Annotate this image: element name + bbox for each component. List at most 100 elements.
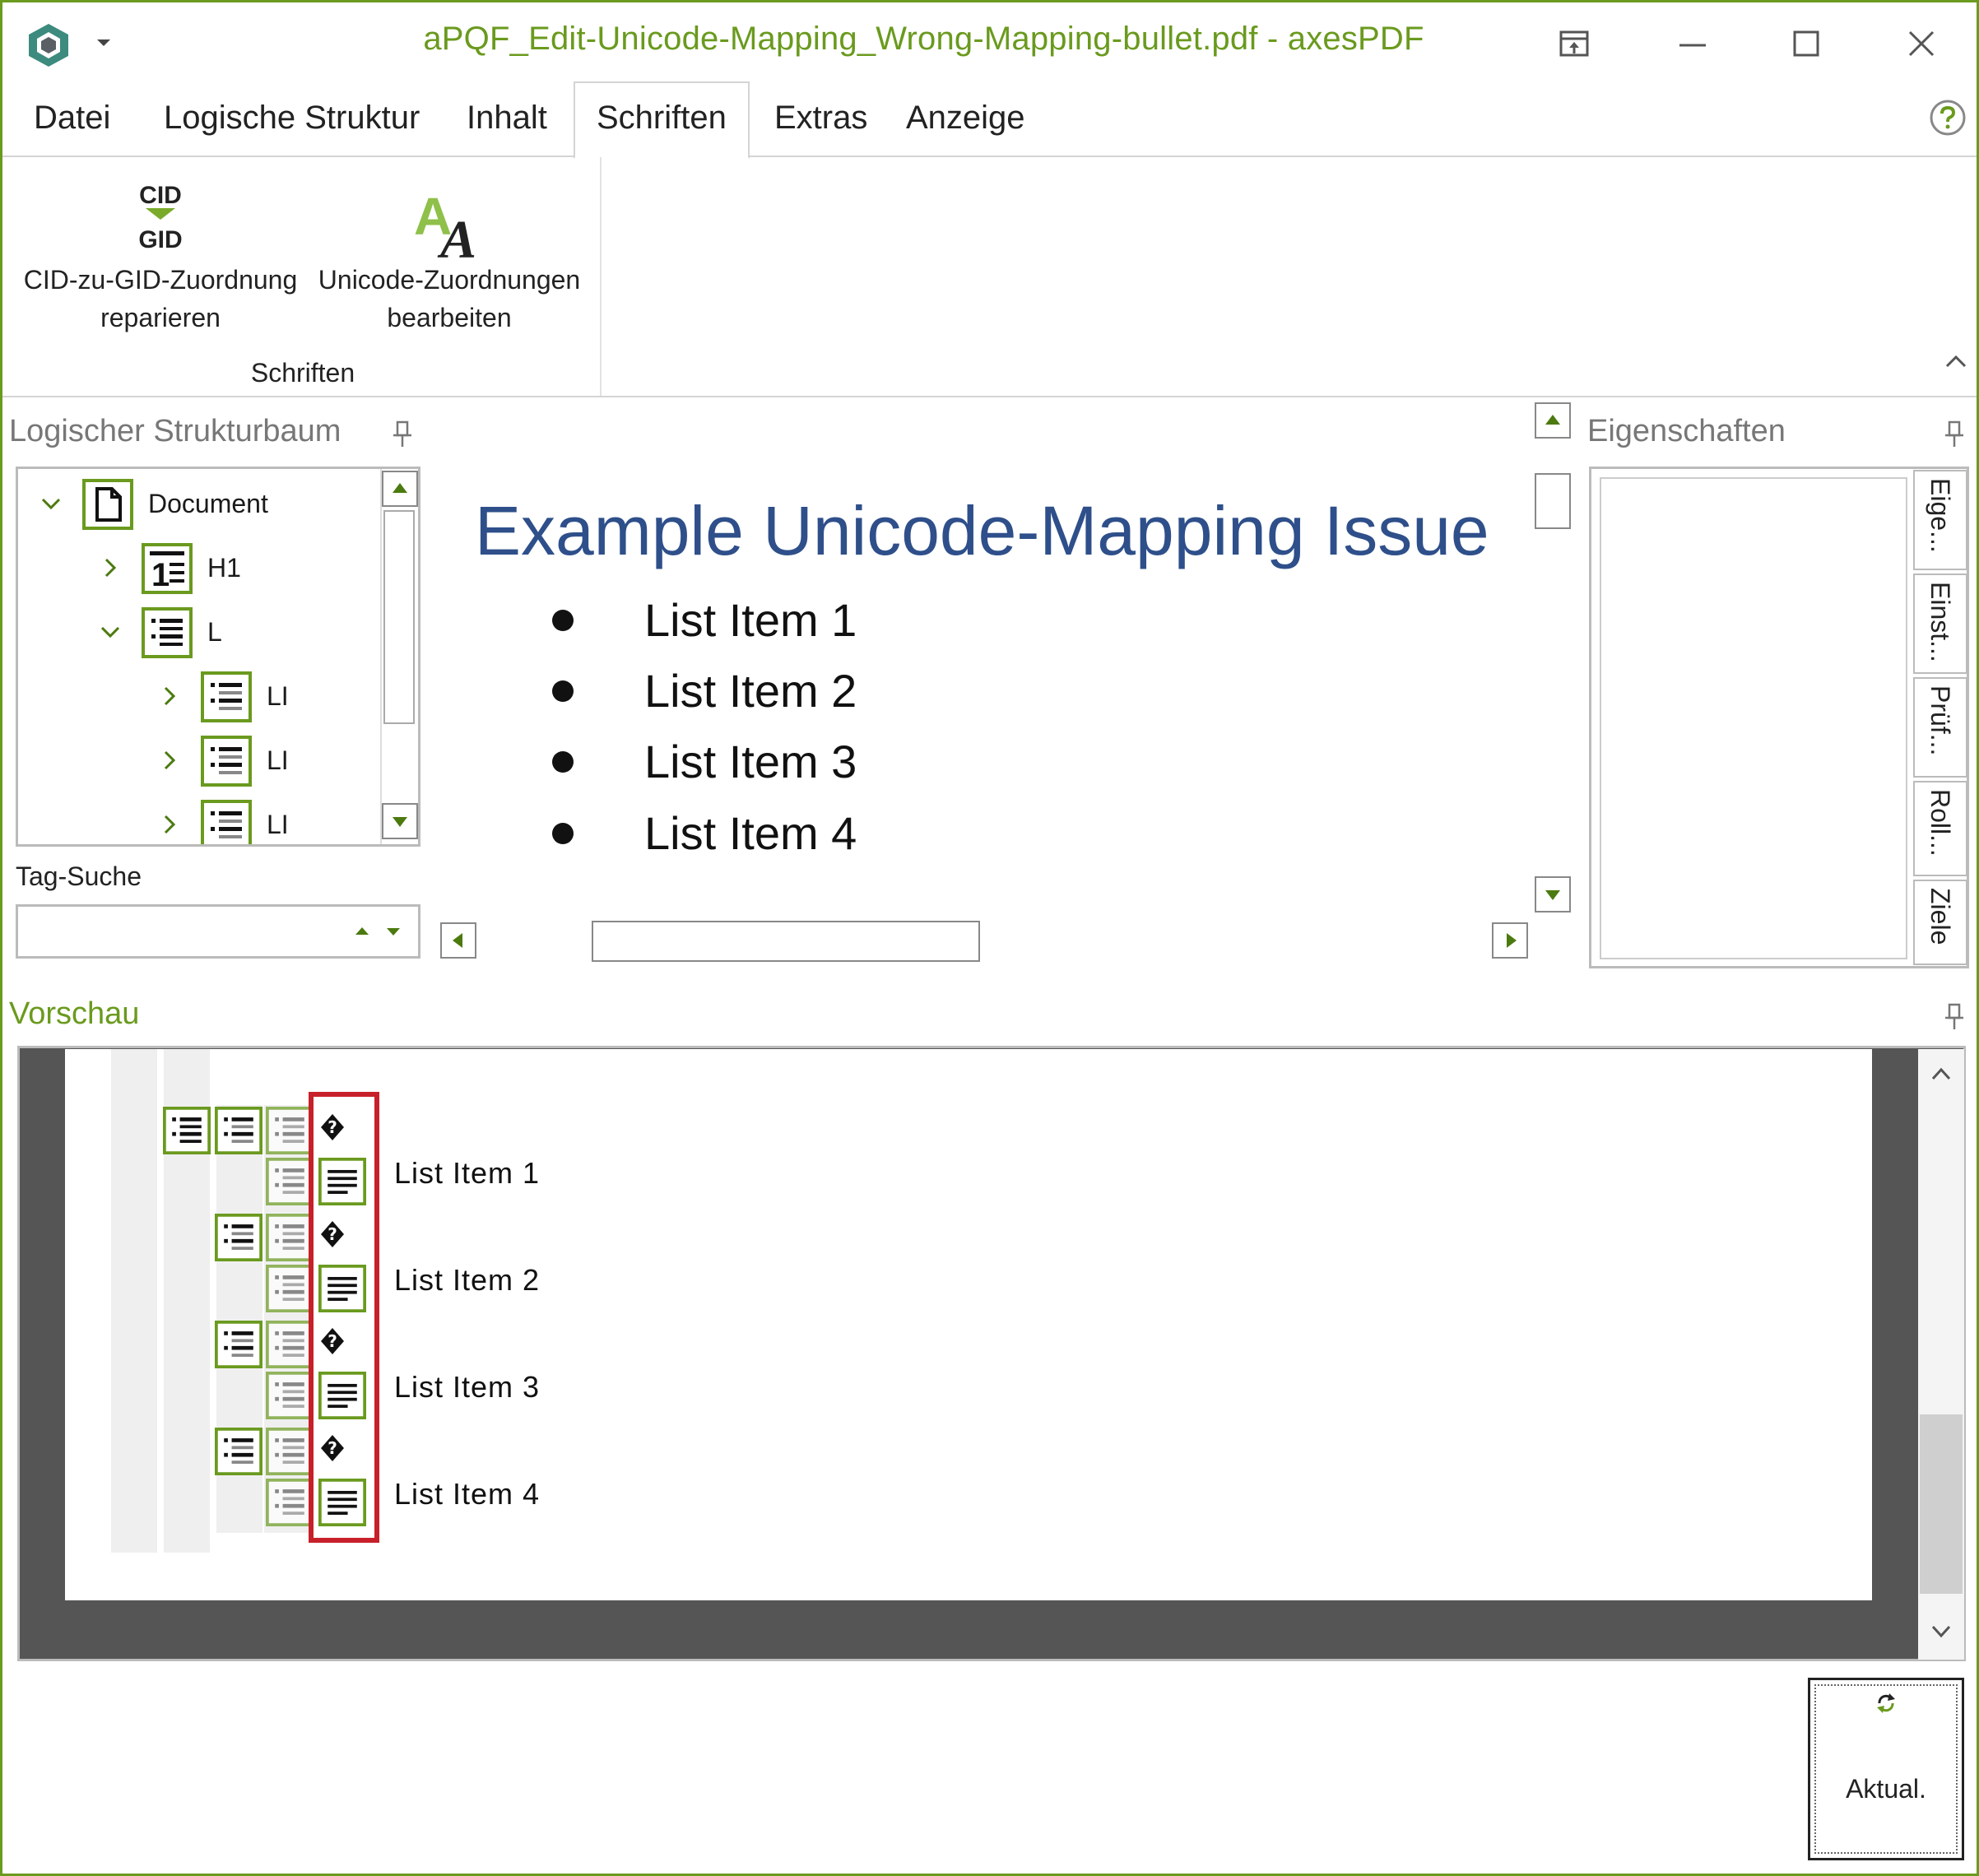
list-bullet <box>552 823 574 844</box>
refresh-button[interactable]: Aktual. <box>1808 1678 1964 1860</box>
preview-scroll-thumb[interactable] <box>1920 1414 1963 1594</box>
label-tag-icon[interactable] <box>266 1321 314 1368</box>
list-body-tag-icon[interactable] <box>266 1158 314 1205</box>
side-tab-eigenschaften[interactable]: Eige... <box>1913 470 1967 570</box>
edit-unicode-mappings-button[interactable]: A A Unicode-Zuordnungen bearbeiten <box>314 165 585 346</box>
tab-datei[interactable]: Datei <box>34 100 110 137</box>
properties-panel-title: Eigenschaften <box>1587 414 1786 448</box>
side-tab-rollen[interactable]: Roll... <box>1913 781 1967 876</box>
chevron-right-icon[interactable] <box>156 683 183 709</box>
chevron-right-icon[interactable] <box>156 811 183 838</box>
tag-search-input[interactable] <box>16 904 420 959</box>
chevron-down-icon[interactable] <box>97 619 123 645</box>
tree-item-document[interactable]: Document <box>18 474 380 533</box>
ribbon-group-separator <box>600 157 602 396</box>
document-heading[interactable]: Example Unicode-Mapping Issue <box>475 491 1489 571</box>
label-tag-icon[interactable] <box>266 1107 314 1154</box>
label-tag-icon[interactable] <box>266 1428 314 1475</box>
spin-up-icon[interactable] <box>352 923 372 940</box>
chevron-right-icon[interactable] <box>156 747 183 773</box>
spin-down-icon[interactable] <box>383 923 403 940</box>
tree-item-h1[interactable]: 1 H1 <box>18 538 380 597</box>
preview-list-text[interactable]: List Item 4 <box>394 1477 540 1511</box>
scroll-up-button[interactable] <box>382 471 418 507</box>
chevron-up-icon[interactable] <box>1928 1064 1954 1084</box>
structure-tree[interactable]: Document 1 H1 L LI LI LI <box>16 467 420 847</box>
repair-cid-gid-label-2: reparieren <box>100 303 221 332</box>
tree-scroll-thumb[interactable] <box>383 510 415 724</box>
doc-scroll-right-button[interactable] <box>1492 922 1528 959</box>
close-icon[interactable] <box>1897 19 1946 68</box>
edit-unicode-label-2: bearbeiten <box>387 303 512 332</box>
tab-anzeige[interactable]: Anzeige <box>906 100 1025 137</box>
doc-scroll-up-button[interactable] <box>1535 402 1571 439</box>
chevron-down-icon[interactable] <box>38 490 64 517</box>
side-tab-einstellungen[interactable]: Einst... <box>1913 573 1967 674</box>
label-tag-icon[interactable] <box>266 1214 314 1261</box>
structure-column <box>111 1049 157 1553</box>
preview-list-text[interactable]: List Item 3 <box>394 1370 540 1405</box>
side-tab-label: Prüf... <box>1926 685 1955 756</box>
list-bullet <box>552 610 574 631</box>
doc-vscroll-thumb[interactable] <box>1535 473 1571 529</box>
tab-logische-struktur[interactable]: Logische Struktur <box>164 100 420 137</box>
tree-item-label: LI <box>267 810 289 839</box>
doc-scroll-left-button[interactable] <box>440 922 476 959</box>
pin-icon[interactable] <box>1943 420 1966 448</box>
structure-panel-title: Logischer Strukturbaum <box>9 414 341 448</box>
properties-panel <box>1589 467 1969 968</box>
tree-item-label: H1 <box>207 553 241 583</box>
list-bullet <box>552 680 574 702</box>
list-body-tag-icon[interactable] <box>266 1479 314 1526</box>
repair-cid-gid-label-1: CID-zu-GID-Zuordnung <box>23 265 298 295</box>
doc-scroll-down-button[interactable] <box>1535 876 1571 912</box>
properties-content <box>1600 477 1907 959</box>
svg-text:A: A <box>437 210 476 259</box>
list-tag-icon[interactable] <box>163 1107 211 1154</box>
list-item-tag-icon <box>201 800 252 844</box>
pin-icon[interactable] <box>1943 1003 1966 1031</box>
tree-scrollbar[interactable] <box>380 469 418 844</box>
list-item-text: List Item 4 <box>644 807 857 859</box>
tree-item-li[interactable]: LI <box>18 666 380 726</box>
preview-panel-title: Vorschau <box>9 996 140 1031</box>
refresh-label: Aktual. <box>1846 1774 1926 1804</box>
side-tab-ziele[interactable]: Ziele <box>1913 880 1967 965</box>
doc-hscroll-thumb[interactable] <box>592 921 980 962</box>
side-tab-label: Ziele <box>1926 888 1955 945</box>
app-window: aPQF_Edit-Unicode-Mapping_Wrong-Mapping-… <box>0 0 1979 1876</box>
restore-layout-icon[interactable] <box>1549 19 1599 68</box>
list-item-tag-icon <box>201 671 252 722</box>
tree-item-li[interactable]: LI <box>18 795 380 844</box>
tree-item-l[interactable]: L <box>18 602 380 662</box>
pin-icon[interactable] <box>391 420 414 448</box>
tab-schriften[interactable]: Schriften <box>597 100 727 137</box>
svg-text:1: 1 <box>151 557 170 593</box>
help-icon[interactable] <box>1928 98 1967 137</box>
list-item-tag-icon[interactable] <box>215 1107 262 1154</box>
scroll-down-button[interactable] <box>382 803 418 839</box>
minimize-icon[interactable] <box>1668 19 1717 68</box>
preview-list-text[interactable]: List Item 1 <box>394 1156 540 1191</box>
preview-list-text[interactable]: List Item 2 <box>394 1263 540 1298</box>
tree-item-label: LI <box>267 745 289 775</box>
list-item-tag-icon[interactable] <box>215 1428 262 1475</box>
repair-cid-gid-button[interactable]: CID GID CID-zu-GID-Zuordnung reparieren <box>19 165 302 346</box>
list-item-tag-icon[interactable] <box>215 1321 262 1368</box>
list-item-text: List Item 3 <box>644 736 857 787</box>
maximize-icon[interactable] <box>1782 19 1831 68</box>
chevron-down-icon[interactable] <box>1928 1622 1954 1642</box>
ribbon-group-label: Schriften <box>250 358 355 388</box>
chevron-right-icon[interactable] <box>97 555 123 581</box>
tab-extras[interactable]: Extras <box>774 100 867 137</box>
list-item-tag-icon <box>201 736 252 787</box>
tree-item-li[interactable]: LI <box>18 731 380 790</box>
tree-item-label: L <box>207 617 222 647</box>
tab-inhalt[interactable]: Inhalt <box>467 100 547 137</box>
list-body-tag-icon[interactable] <box>266 1265 314 1312</box>
list-item-tag-icon[interactable] <box>215 1214 262 1261</box>
list-item-text: List Item 1 <box>644 594 857 646</box>
list-body-tag-icon[interactable] <box>266 1372 314 1419</box>
side-tab-pruefung[interactable]: Prüf... <box>1913 677 1967 778</box>
collapse-ribbon-icon[interactable] <box>1943 348 1969 374</box>
